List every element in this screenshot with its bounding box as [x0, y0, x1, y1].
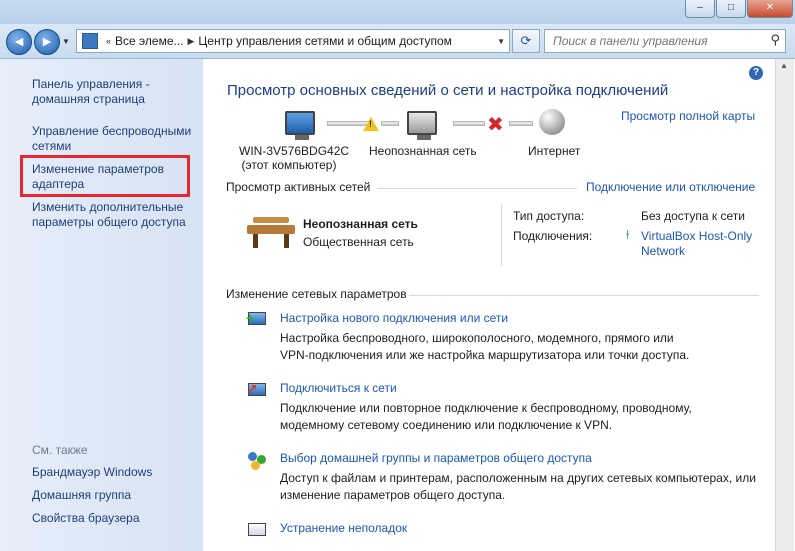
connection-line [381, 121, 399, 126]
refresh-button[interactable]: ⟳ [512, 29, 540, 53]
task-desc-line: Подключение или повторное подключение к … [280, 401, 692, 415]
chevron-left-icon[interactable]: « [106, 36, 111, 46]
computer-name-line: (этот компьютер) [241, 158, 337, 172]
sidebar-item-browser-properties[interactable]: Свойства браузера [32, 511, 140, 526]
breadcrumb-network-center[interactable]: Центр управления сетями и общим доступом [198, 34, 452, 48]
sidebar-item-home[interactable]: Панель управления - домашняя страница [32, 77, 150, 107]
forward-button[interactable]: ► [34, 29, 60, 55]
refresh-icon: ⟳ [520, 33, 532, 48]
highlight-box [20, 155, 190, 197]
computer-name-line: WIN-3V576BDG42C [239, 144, 350, 158]
window-controls: – □ ✕ [685, 0, 793, 18]
sidebar-item-wireless[interactable]: Управление беспроводными сетями [32, 124, 191, 154]
full-map-link[interactable]: Просмотр полной карты [621, 109, 755, 123]
access-type-value: Без доступа к сети [641, 209, 745, 223]
warning-icon: ! [363, 117, 379, 131]
breadcrumb-all-items[interactable]: Все элеме... [115, 34, 183, 48]
sidebar-item-firewall[interactable]: Брандмауэр Windows [32, 465, 152, 480]
bench-icon [247, 217, 295, 249]
sidebar-item-label: параметры общего доступа [32, 215, 186, 229]
vertical-scrollbar[interactable]: ▲ [775, 59, 794, 551]
map-network-label: Неопознанная сеть [369, 144, 477, 158]
close-button[interactable]: ✕ [747, 0, 793, 18]
homegroup-icon [248, 452, 266, 470]
maximize-button[interactable]: □ [716, 0, 746, 18]
internet-globe-icon [539, 109, 565, 135]
active-network-name: Неопознанная сеть [303, 217, 418, 231]
navigation-bar: ◄ ► ▼ « Все элеме... ▶ Центр управления … [0, 24, 795, 59]
task-connect-network-desc: Подключение или повторное подключение к … [280, 400, 692, 434]
task-homegroup-link[interactable]: Выбор домашней группы и параметров общег… [280, 451, 592, 465]
troubleshoot-icon [246, 521, 268, 539]
address-bar[interactable]: « Все элеме... ▶ Центр управления сетями… [76, 29, 510, 53]
page-title: Просмотр основных сведений о сети и наст… [227, 82, 669, 99]
task-new-connection-desc: Настройка беспроводного, широкополосного… [280, 330, 689, 364]
see-also-heading: См. также [32, 443, 88, 457]
task-connect-network-link[interactable]: Подключиться к сети [280, 381, 397, 395]
connections-label: Подключения: [513, 229, 593, 243]
task-homegroup-desc: Доступ к файлам и принтерам, расположенн… [280, 470, 756, 504]
task-desc-line: VPN-подключения или же настройка маршрут… [280, 348, 690, 362]
sidebar-item-label: Управление беспроводными [32, 124, 192, 138]
task-desc-line: Настройка беспроводного, широкополосного… [280, 331, 674, 345]
address-dropdown-icon[interactable]: ▼ [497, 37, 505, 46]
sidebar-item-label: Панель управления - [32, 77, 150, 91]
connection-link[interactable]: VirtualBox Host-Only Network [641, 229, 752, 259]
control-panel-icon [82, 33, 98, 49]
connect-disconnect-link[interactable]: Подключение или отключение [586, 180, 755, 194]
connect-network-icon: ↗ [246, 381, 268, 399]
breadcrumb-separator-icon[interactable]: ▶ [188, 36, 195, 47]
divider [377, 188, 577, 189]
access-type-label: Тип доступа: [513, 209, 585, 223]
search-input[interactable] [551, 30, 765, 52]
sidebar-item-label: Изменить дополнительные [32, 200, 184, 214]
connection-link-line: Network [641, 244, 686, 258]
task-desc-line: модемному сетевому соединению или подклю… [280, 418, 613, 432]
search-icon[interactable]: ⚲ [770, 32, 780, 48]
sidebar-item-homegroup[interactable]: Домашняя группа [32, 488, 131, 503]
sidebar-item-sharing-settings[interactable]: Изменить дополнительные параметры общего… [32, 200, 186, 230]
task-desc-line: Доступ к файлам и принтерам, расположенн… [280, 471, 756, 485]
task-new-connection-link[interactable]: Настройка нового подключения или сети [280, 311, 508, 325]
search-box[interactable]: ⚲ [544, 29, 786, 53]
sidebar-item-label: домашняя страница [32, 92, 145, 106]
minimize-button[interactable]: – [685, 0, 715, 18]
history-dropdown-icon[interactable]: ▼ [62, 37, 70, 46]
task-desc-line: изменение параметров общего доступа. [280, 488, 506, 502]
active-networks-heading: Просмотр активных сетей [226, 180, 371, 194]
map-internet-label: Интернет [528, 144, 581, 158]
divider [501, 204, 502, 266]
computer-name: WIN-3V576BDG42C (этот компьютер) [239, 144, 350, 172]
connection-line [453, 121, 485, 126]
main-content: ? Просмотр основных сведений о сети и на… [203, 59, 795, 551]
connection-link-line: VirtualBox Host-Only [641, 229, 753, 243]
network-icon [407, 111, 437, 140]
connection-line [509, 121, 533, 126]
divider [409, 295, 759, 296]
sidebar-item-label: сетями [32, 139, 72, 153]
task-troubleshoot-link[interactable]: Устранение неполадок [280, 521, 407, 535]
adapter-plug-icon: ⍿ [626, 227, 630, 242]
new-connection-icon: + [246, 310, 268, 328]
scroll-up-icon[interactable]: ▲ [780, 61, 788, 70]
title-bar: – □ ✕ [0, 0, 795, 24]
change-settings-heading: Изменение сетевых параметров [226, 287, 407, 301]
back-button[interactable]: ◄ [6, 29, 32, 55]
active-network-type: Общественная сеть [303, 235, 414, 249]
disconnected-x-icon: ✖ [487, 114, 504, 136]
help-icon[interactable]: ? [749, 66, 763, 80]
computer-icon [285, 111, 315, 140]
sidebar: Панель управления - домашняя страница Уп… [0, 59, 203, 551]
